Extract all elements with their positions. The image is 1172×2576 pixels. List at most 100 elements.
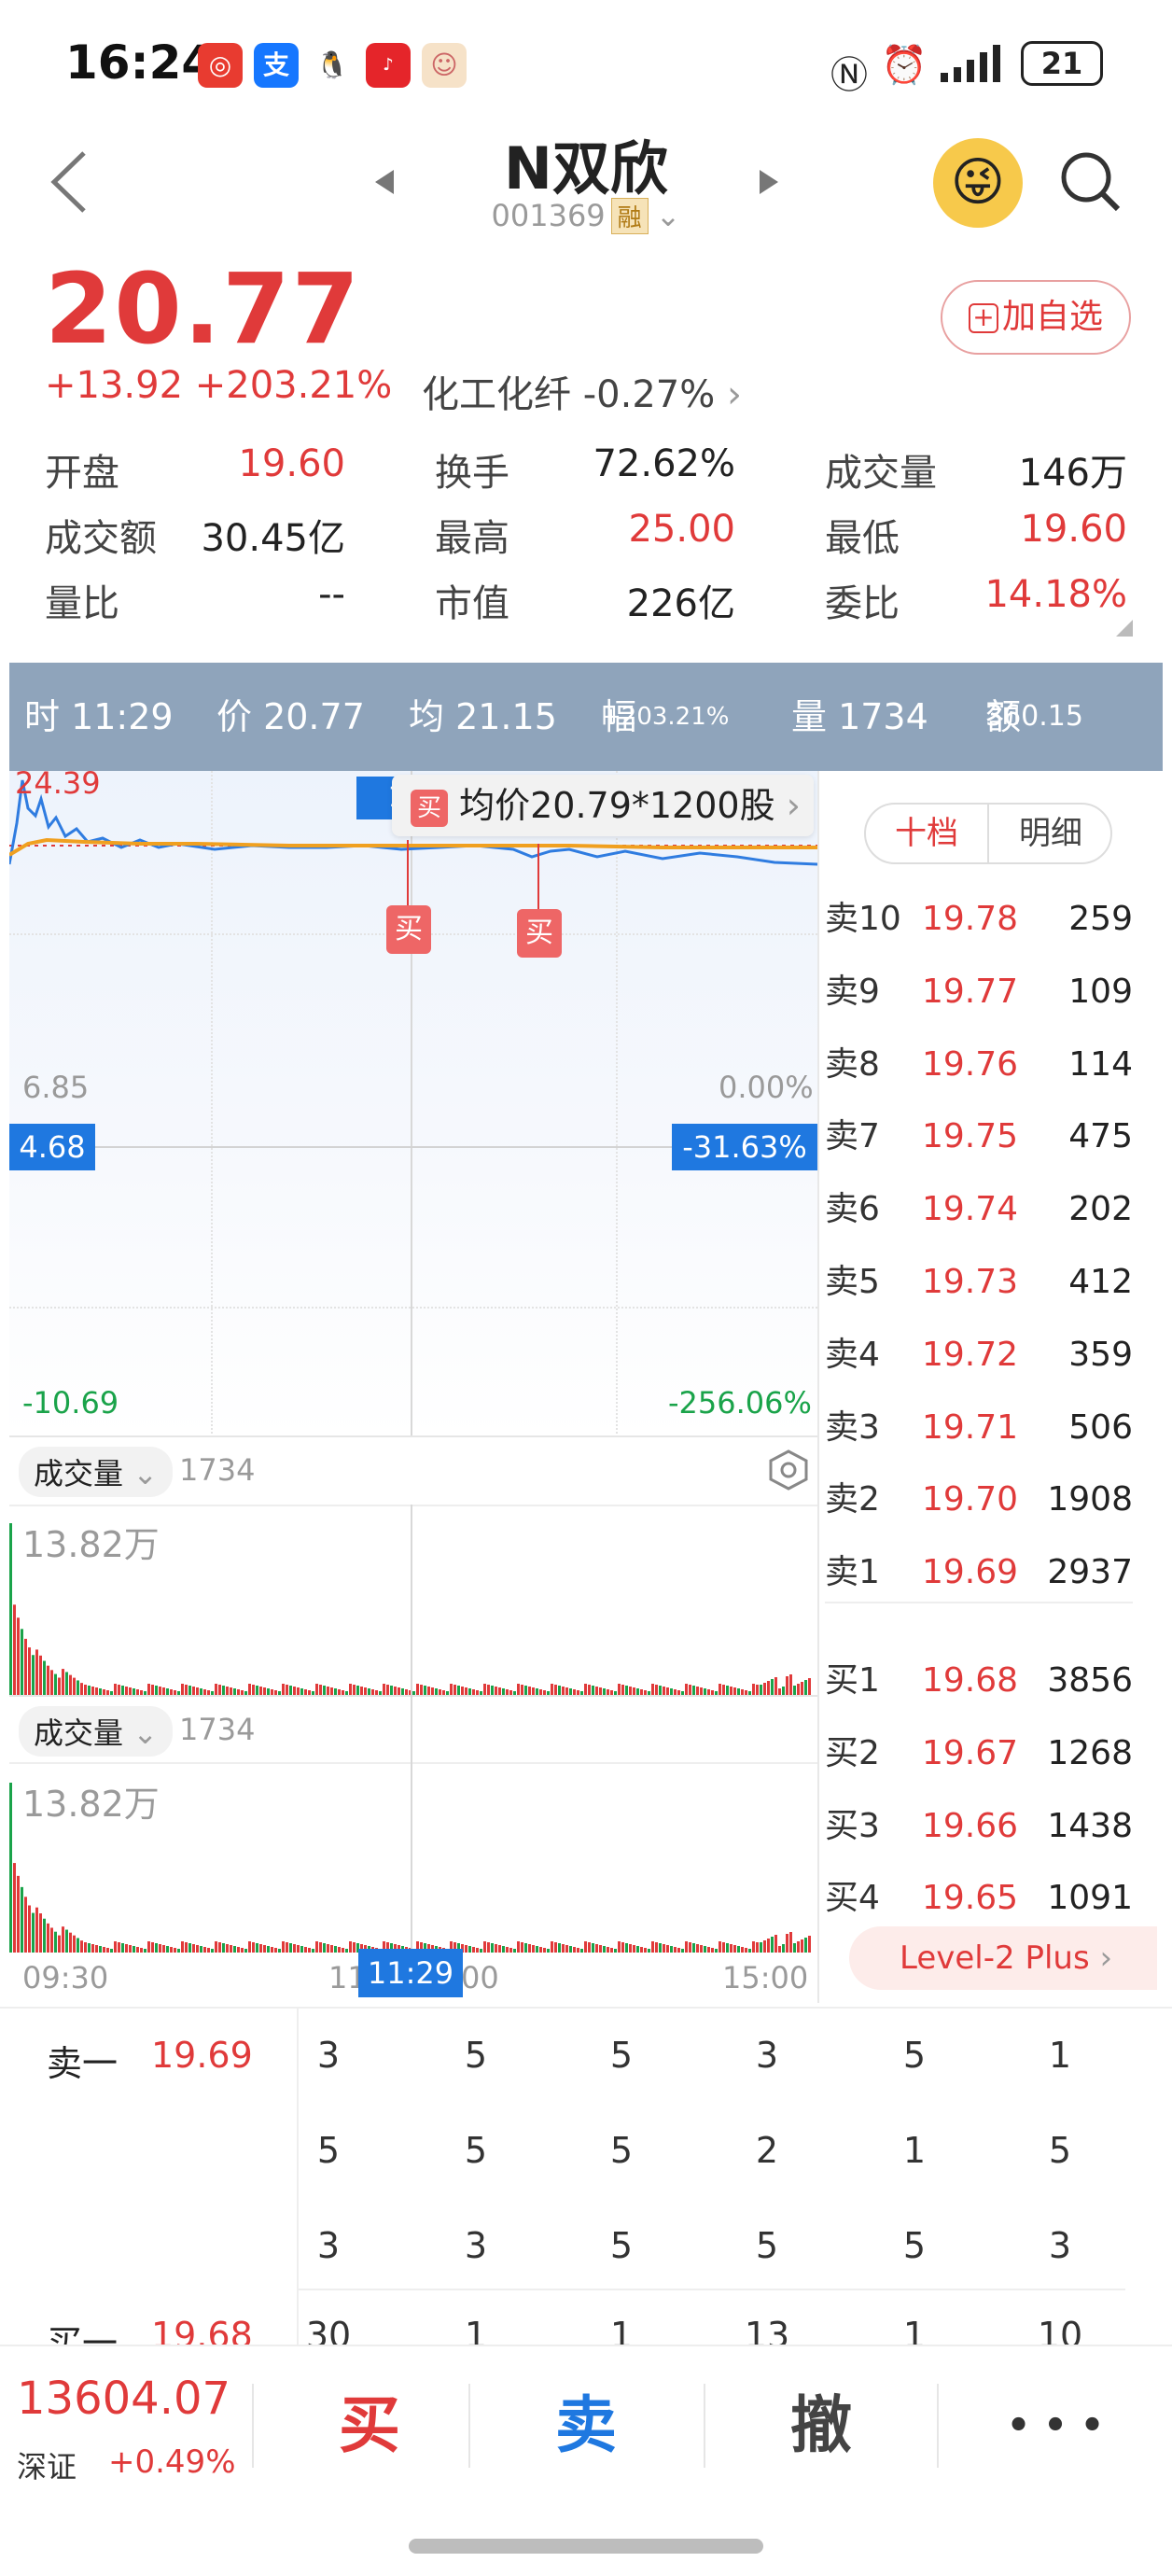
queue-cell: 5 xyxy=(902,2225,927,2266)
buy-marker[interactable]: 买 xyxy=(386,905,431,954)
buy-marker[interactable]: 买 xyxy=(517,909,562,958)
queue-cell: 3 xyxy=(464,2225,488,2266)
queue-cell: 2 xyxy=(755,2130,779,2171)
queue-cell: 1 xyxy=(1048,2035,1072,2076)
change-amount: +13.92 xyxy=(45,364,184,407)
level2-label: Level-2 Plus xyxy=(900,1939,1090,1977)
grid-line xyxy=(9,1307,817,1309)
nfc-icon: Ⓝ xyxy=(830,54,868,97)
industry-change: -0.27% xyxy=(582,373,716,416)
chevron-down-icon: ⌄ xyxy=(655,198,681,233)
ob-price: 19.66 xyxy=(922,1806,1019,1845)
ob-label: 买4 xyxy=(825,1879,880,1918)
search-icon[interactable] xyxy=(1058,149,1123,215)
bid-level-row[interactable]: 买2 19.67 1268 xyxy=(825,1717,1133,1790)
tab-ten-levels[interactable]: 十档 xyxy=(866,805,989,862)
queue-cell: 5 xyxy=(609,2130,634,2171)
level2-plus-button[interactable]: Level-2 Plus › xyxy=(849,1926,1157,1990)
stat-label: 量比 xyxy=(45,582,119,625)
ob-vol: 202 xyxy=(1068,1190,1133,1229)
ask-level-row[interactable]: 卖4 19.72 359 xyxy=(825,1319,1133,1392)
trade-tooltip[interactable]: 买 均价20.79*1200股 › xyxy=(392,775,814,836)
table-divider xyxy=(297,2289,1125,2290)
stat-value: 19.60 xyxy=(238,442,345,485)
ob-label: 买3 xyxy=(825,1806,880,1845)
pet-app-icon: ☺ xyxy=(422,43,467,88)
stat-label: 成交量 xyxy=(825,452,937,495)
ob-label: 卖7 xyxy=(825,1117,880,1156)
settings-hex-icon[interactable] xyxy=(767,1449,810,1491)
ob-price: 19.77 xyxy=(922,972,1019,1011)
ask-level-row[interactable]: 卖9 19.77 109 xyxy=(825,956,1133,1029)
amp-value: +203.21% xyxy=(601,703,730,731)
strip-time: 时 11:29 xyxy=(24,696,174,737)
buy-marker-stem xyxy=(407,840,409,905)
bid-level-row[interactable]: 买4 19.65 1091 xyxy=(825,1862,1133,1935)
sell-button[interactable]: 卖 xyxy=(470,2365,702,2486)
ask-level-row[interactable]: 卖2 19.70 1908 xyxy=(825,1463,1133,1536)
home-indicator[interactable] xyxy=(409,2539,763,2554)
volume-label: 成交量 xyxy=(34,1456,124,1491)
expand-corner-icon[interactable] xyxy=(1116,620,1133,637)
ob-price: 19.67 xyxy=(922,1733,1019,1772)
ob-vol: 3856 xyxy=(1047,1661,1133,1700)
add-watchlist-button[interactable]: + 加自选 xyxy=(941,280,1131,355)
app-notification-icon: ◎ xyxy=(198,43,243,88)
queue-cell: 5 xyxy=(609,2225,634,2266)
industry-link[interactable]: 化工化纤 -0.27% › xyxy=(422,364,742,418)
next-stock-icon[interactable] xyxy=(758,168,780,196)
tab-detail[interactable]: 明细 xyxy=(989,805,1110,862)
index-value[interactable]: 13604.07 xyxy=(17,2373,230,2425)
ob-price: 19.70 xyxy=(922,1480,1019,1519)
mascot-avatar-icon[interactable]: 😜 xyxy=(933,138,1023,228)
ob-vol: 1091 xyxy=(1047,1879,1133,1918)
ask-level-row[interactable]: 卖6 19.74 202 xyxy=(825,1173,1133,1246)
stock-code: 001369 xyxy=(491,198,606,233)
ob-vol: 1268 xyxy=(1047,1733,1133,1772)
ask-level-row[interactable]: 卖1 19.69 2937 xyxy=(825,1536,1133,1609)
volume-indicator-select-2[interactable]: 成交量 ⌄ xyxy=(19,1706,173,1757)
ob-label: 卖10 xyxy=(825,900,901,938)
margin-badge: 融 xyxy=(610,198,649,234)
add-watchlist-label: 加自选 xyxy=(1001,298,1103,336)
ask-level-row[interactable]: 卖8 19.76 114 xyxy=(825,1029,1133,1101)
order-queue-table: 卖一 19.69 355351555215335553 买一 19.68 30 1… xyxy=(0,2007,1172,2352)
index-name: 深证 xyxy=(17,2449,77,2485)
chevron-right-icon: › xyxy=(726,373,742,416)
stat-value: 226亿 xyxy=(626,582,735,625)
time-end: 15:00 xyxy=(722,1960,809,1995)
volume-indicator-select[interactable]: 成交量 ⌄ xyxy=(19,1447,173,1497)
queue-cell: 5 xyxy=(1048,2130,1072,2171)
cursor-time-tag: 11:29 xyxy=(358,1949,463,1997)
volume-bars xyxy=(9,1523,811,1695)
volume-header: 成交量 ⌄ 1734 xyxy=(9,1437,817,1503)
cancel-order-button[interactable]: 撤 xyxy=(705,2365,937,2486)
ob-vol: 114 xyxy=(1068,1044,1133,1084)
volume-label: 成交量 xyxy=(34,1715,124,1751)
bid-level-row[interactable]: 买3 19.66 1438 xyxy=(825,1790,1133,1863)
ob-vol: 1438 xyxy=(1047,1806,1133,1845)
stat-label: 最低 xyxy=(825,517,900,560)
ask-level-row[interactable]: 卖5 19.73 412 xyxy=(825,1246,1133,1319)
axis-mid-left: 6.85 xyxy=(22,1070,90,1105)
buy-button[interactable]: 买 xyxy=(254,2365,485,2486)
orderbook-divider xyxy=(825,1602,1133,1603)
ob-label: 卖3 xyxy=(825,1407,880,1447)
queue-cell: 3 xyxy=(316,2225,341,2266)
index-change: +0.49% xyxy=(108,2443,236,2481)
ob-label: 卖1 xyxy=(825,1553,880,1592)
time-start: 09:30 xyxy=(22,1960,109,1995)
qq-icon: 🐧 xyxy=(310,43,355,88)
volume-value: 1734 xyxy=(179,1712,256,1747)
queue-cell: 5 xyxy=(902,2035,927,2076)
stat-value: 14.18% xyxy=(984,573,1127,616)
volume-value: 1734 xyxy=(179,1452,256,1488)
bid-level-row[interactable]: 买1 19.68 3856 xyxy=(825,1645,1133,1717)
ask-level-row[interactable]: 卖7 19.75 475 xyxy=(825,1100,1133,1173)
ob-vol: 109 xyxy=(1068,972,1133,1011)
ask-level-row[interactable]: 卖3 19.71 506 xyxy=(825,1392,1133,1464)
more-button[interactable]: • • • xyxy=(939,2365,1172,2486)
ob-vol: 1908 xyxy=(1047,1480,1133,1519)
buy-marker-stem xyxy=(537,844,539,909)
ask-level-row[interactable]: 卖10 19.78 259 xyxy=(825,883,1133,956)
